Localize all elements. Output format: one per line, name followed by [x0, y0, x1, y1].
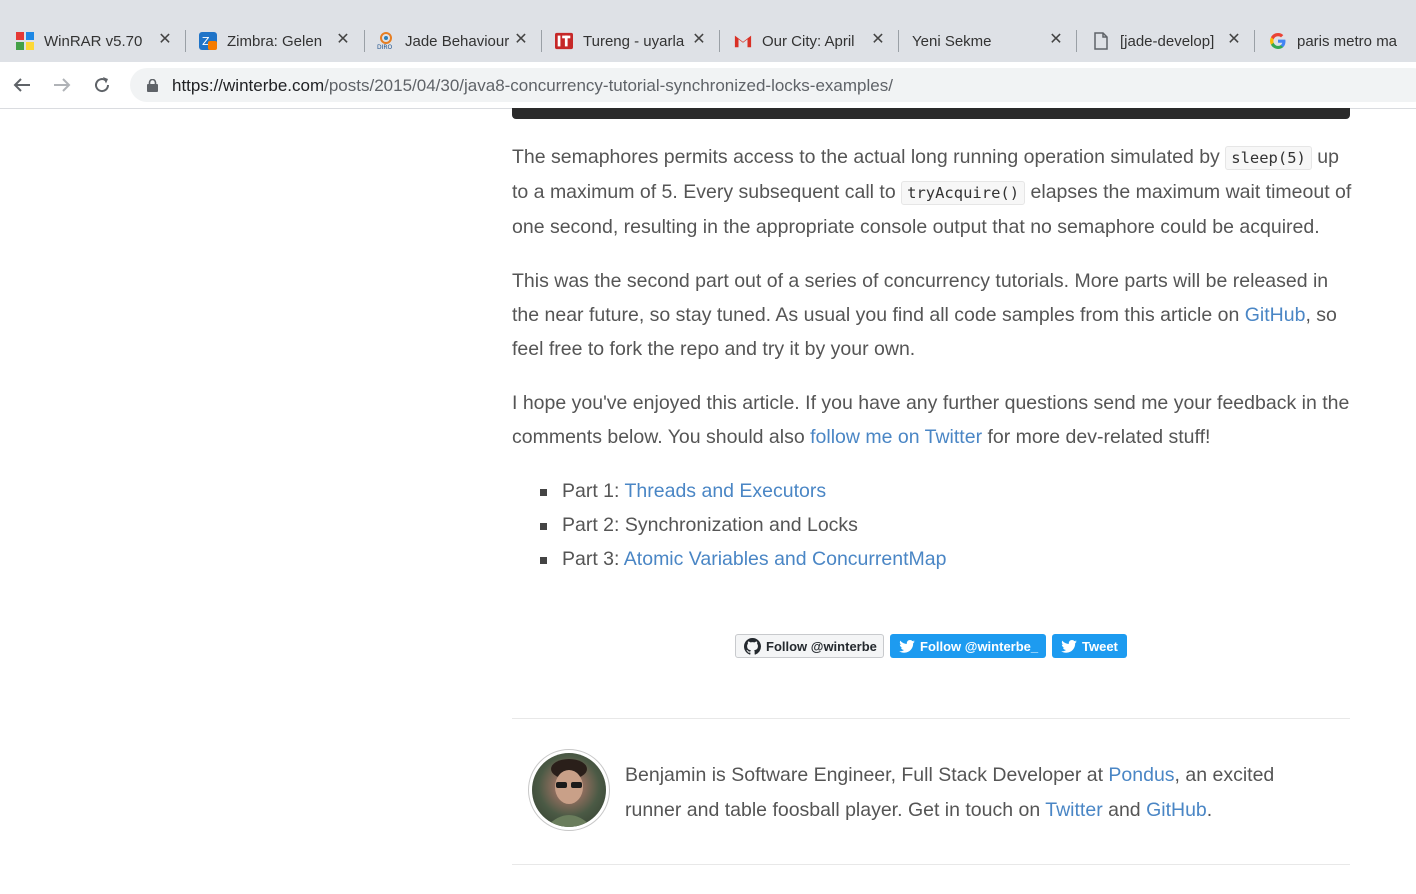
tab-close-icon[interactable]: ✕: [157, 32, 173, 48]
inline-code: sleep(5): [1225, 146, 1312, 170]
zimbra-icon: Z: [199, 32, 217, 50]
text: .: [1206, 799, 1213, 821]
paragraph-series: This was the second part out of a series…: [512, 264, 1352, 366]
tab-jade-develop[interactable]: [jade-develop] ✕: [1076, 20, 1254, 62]
pondus-link[interactable]: Pondus: [1108, 764, 1174, 786]
github-icon: [744, 637, 761, 655]
part-label: Part 2: Synchronization and Locks: [562, 514, 858, 536]
browser-toolbar: https://winterbe.com/posts/2015/04/30/ja…: [0, 62, 1416, 109]
tab-close-icon[interactable]: ✕: [1226, 32, 1242, 48]
divider: [512, 864, 1350, 865]
tab-google-search[interactable]: paris metro ma ✕: [1253, 20, 1416, 62]
reload-icon: [95, 77, 110, 93]
winrar-icon: [16, 32, 34, 50]
tab-close-icon[interactable]: ✕: [513, 32, 529, 48]
list-item: Part 3: Atomic Variables and ConcurrentM…: [540, 542, 1352, 576]
forward-arrow-icon: [54, 78, 71, 92]
forward-button[interactable]: [48, 71, 76, 99]
text: The semaphores permits access to the act…: [512, 146, 1226, 168]
gmail-icon: [734, 32, 752, 50]
tab-new-tab[interactable]: Yeni Sekme ✕: [896, 20, 1076, 62]
tureng-icon: [555, 32, 573, 50]
part-link[interactable]: Atomic Variables and ConcurrentMap: [624, 548, 947, 570]
button-label: Follow @winterbe: [766, 638, 877, 654]
author-avatar: [528, 749, 610, 831]
tab-winrar[interactable]: WinRAR v5.70 ✕: [0, 20, 185, 62]
back-arrow-icon: [13, 78, 30, 92]
reload-button[interactable]: [88, 71, 116, 99]
diro-icon: DIRO: [377, 32, 395, 50]
divider: [512, 718, 1350, 719]
article-body: The semaphores permits access to the act…: [512, 140, 1352, 576]
url-path: /posts/2015/04/30/java8-concurrency-tuto…: [324, 76, 893, 95]
tab-title: paris metro ma: [1297, 32, 1398, 50]
url-domain: https://winterbe.com: [172, 76, 325, 95]
github-link[interactable]: GitHub: [1245, 304, 1306, 326]
twitter-bird-icon: [1061, 639, 1077, 653]
author-twitter-link[interactable]: Twitter: [1045, 799, 1102, 821]
address-bar[interactable]: https://winterbe.com/posts/2015/04/30/ja…: [130, 68, 1416, 102]
series-parts-list: Part 1: Threads and Executors Part 2: Sy…: [512, 474, 1352, 576]
tab-close-icon[interactable]: ✕: [1048, 32, 1064, 48]
back-button[interactable]: [8, 71, 36, 99]
part-link[interactable]: Threads and Executors: [625, 480, 827, 502]
text: for more dev-related stuff!: [982, 426, 1211, 448]
github-follow-button[interactable]: Follow @winterbe: [735, 634, 884, 658]
document-icon: [1092, 32, 1110, 50]
button-label: Follow @winterbe_: [920, 638, 1039, 654]
code-block-bottom: [512, 108, 1350, 119]
tweet-button[interactable]: Tweet: [1052, 634, 1127, 658]
author-github-link[interactable]: GitHub: [1146, 799, 1207, 821]
part-label: Part 1:: [562, 480, 625, 502]
tab-tureng[interactable]: Tureng - uyarla ✕: [539, 20, 719, 62]
text: and: [1102, 799, 1147, 821]
part-label: Part 3:: [562, 548, 624, 570]
paragraph-feedback: I hope you've enjoyed this article. If y…: [512, 386, 1352, 454]
tab-close-icon[interactable]: ✕: [691, 32, 707, 48]
tab-close-icon[interactable]: ✕: [870, 32, 886, 48]
avatar-photo: [532, 753, 606, 827]
inline-code: tryAcquire(): [901, 181, 1026, 205]
twitter-follow-button[interactable]: Follow @winterbe_: [890, 634, 1046, 658]
list-item: Part 1: Threads and Executors: [540, 474, 1352, 508]
lock-icon: [147, 79, 158, 92]
tab-strip: WinRAR v5.70 ✕ Z Zimbra: Gelen ✕ DIRO Ja…: [0, 0, 1416, 62]
twitter-bird-icon: [899, 639, 915, 653]
tab-close-icon[interactable]: ✕: [335, 32, 351, 48]
button-label: Tweet: [1082, 638, 1118, 654]
tab-zimbra[interactable]: Z Zimbra: Gelen ✕: [183, 20, 363, 62]
author-bio: Benjamin is Software Engineer, Full Stac…: [625, 758, 1325, 828]
twitter-follow-link[interactable]: follow me on Twitter: [810, 426, 982, 448]
avatar-portrait-icon: [546, 759, 592, 827]
list-item: Part 2: Synchronization and Locks: [540, 508, 1352, 542]
tab-gmail[interactable]: Our City: April ✕: [718, 20, 898, 62]
svg-text:DIRO: DIRO: [377, 44, 393, 50]
tab-jade[interactable]: DIRO Jade Behaviour ✕: [361, 20, 541, 62]
text: This was the second part out of a series…: [512, 270, 1329, 326]
url-text: https://winterbe.com/posts/2015/04/30/ja…: [172, 76, 893, 96]
paragraph-semaphores: The semaphores permits access to the act…: [512, 140, 1352, 244]
google-icon: [1269, 32, 1287, 50]
text: Benjamin is Software Engineer, Full Stac…: [625, 764, 1109, 786]
